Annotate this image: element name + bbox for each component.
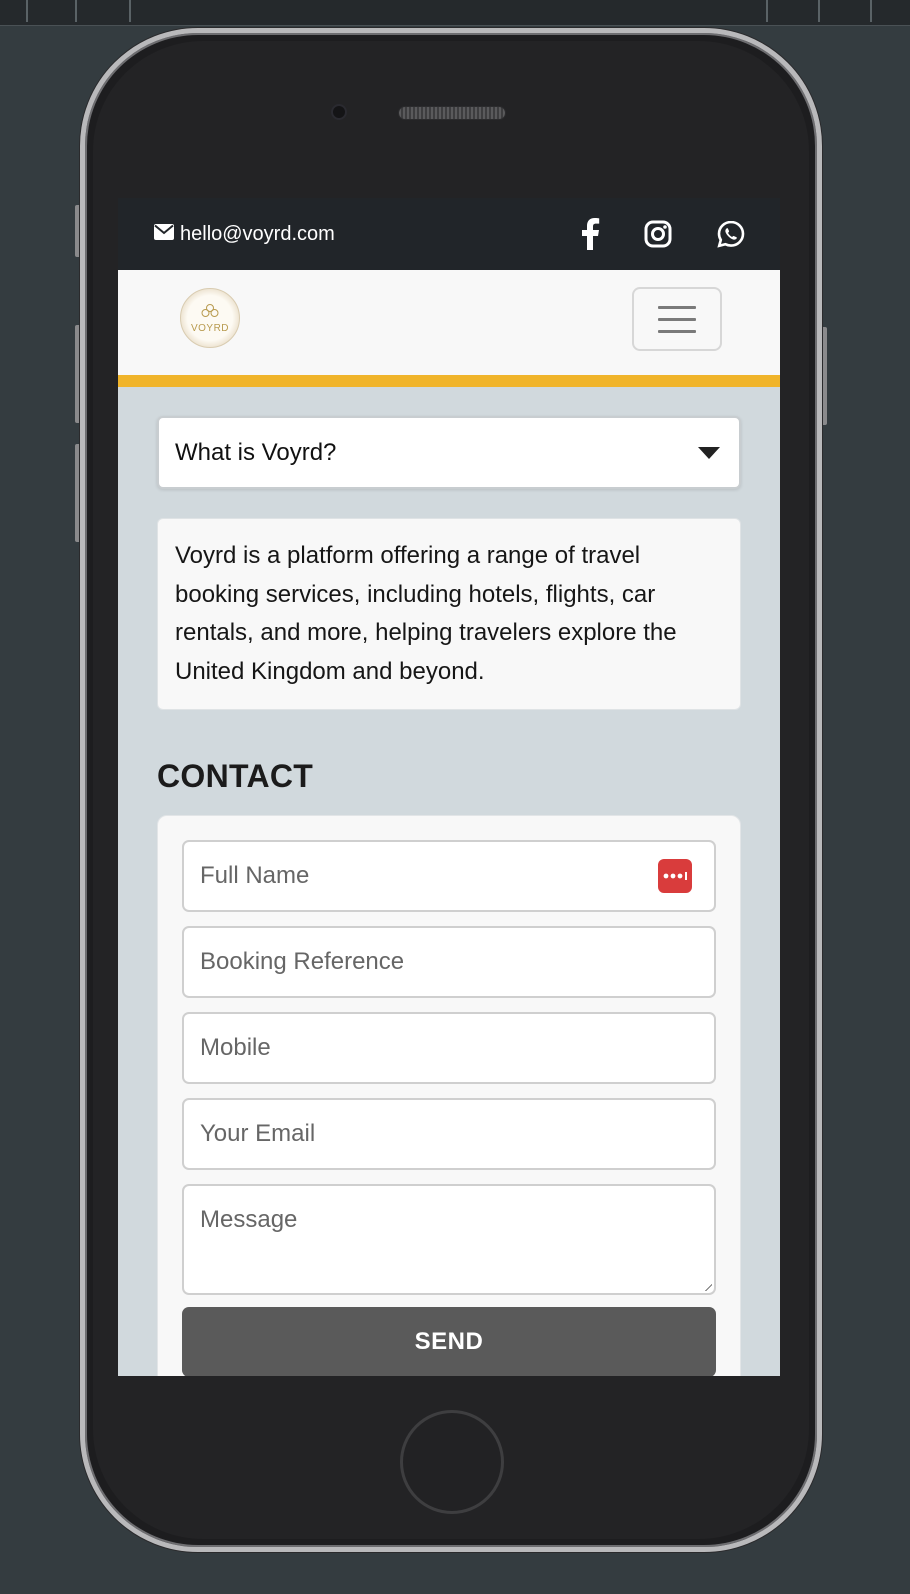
mobile-field-wrap (182, 1012, 716, 1084)
strip-divider (818, 0, 820, 22)
social-links (580, 218, 746, 250)
faq-question-toggle[interactable]: What is Voyrd? (157, 416, 741, 489)
message-textarea[interactable] (200, 1206, 698, 1276)
contact-title: CONTACT (157, 758, 314, 794)
home-button[interactable] (400, 1410, 504, 1514)
contact-form: SEND (157, 815, 741, 1376)
email-input[interactable] (200, 1120, 698, 1148)
booking-reference-input[interactable] (200, 948, 698, 976)
email-field-wrap (182, 1098, 716, 1170)
main-content: What is Voyrd? Voyrd is a platform offer… (118, 387, 780, 1376)
message-field-wrap (182, 1184, 716, 1295)
caret-down-icon (698, 446, 720, 459)
logo-emblem-icon (201, 303, 219, 317)
hamburger-menu-button[interactable] (632, 287, 722, 351)
booking-reference-field-wrap (182, 926, 716, 998)
menu-bar (658, 305, 696, 309)
top-contact-bar: hello@voyrd.com (118, 198, 780, 270)
menu-bar (658, 329, 696, 333)
strip-divider (75, 0, 77, 22)
facebook-icon[interactable] (580, 218, 600, 250)
site-navbar: VOYRD (118, 270, 780, 375)
accent-divider (118, 375, 780, 387)
resize-grip-icon[interactable] (704, 1283, 712, 1291)
menu-bar (658, 317, 696, 321)
strip-divider (766, 0, 768, 22)
send-button[interactable]: SEND (182, 1307, 716, 1376)
instagram-icon[interactable] (644, 220, 672, 248)
strip-divider (129, 0, 131, 22)
password-manager-icon[interactable] (658, 859, 692, 893)
envelope-icon (154, 223, 174, 246)
front-camera (331, 104, 347, 120)
faq-question: What is Voyrd? (175, 438, 337, 466)
email-link[interactable]: hello@voyrd.com (154, 223, 335, 246)
browser-top-strip (0, 0, 910, 26)
earpiece-speaker (398, 106, 506, 120)
whatsapp-icon[interactable] (716, 219, 746, 249)
full-name-field-wrap (182, 840, 716, 912)
strip-divider (870, 0, 872, 22)
faq-answer: Voyrd is a platform offering a range of … (157, 518, 741, 710)
email-text: hello@voyrd.com (180, 222, 335, 245)
strip-divider (26, 0, 28, 22)
full-name-input[interactable] (200, 862, 698, 890)
mobile-input[interactable] (200, 1034, 698, 1062)
logo-wordmark: VOYRD (190, 322, 230, 334)
phone-screen: hello@voyrd.com VOYRD What is Voyrd? Voy… (118, 198, 780, 1376)
voyrd-logo[interactable]: VOYRD (180, 288, 240, 348)
